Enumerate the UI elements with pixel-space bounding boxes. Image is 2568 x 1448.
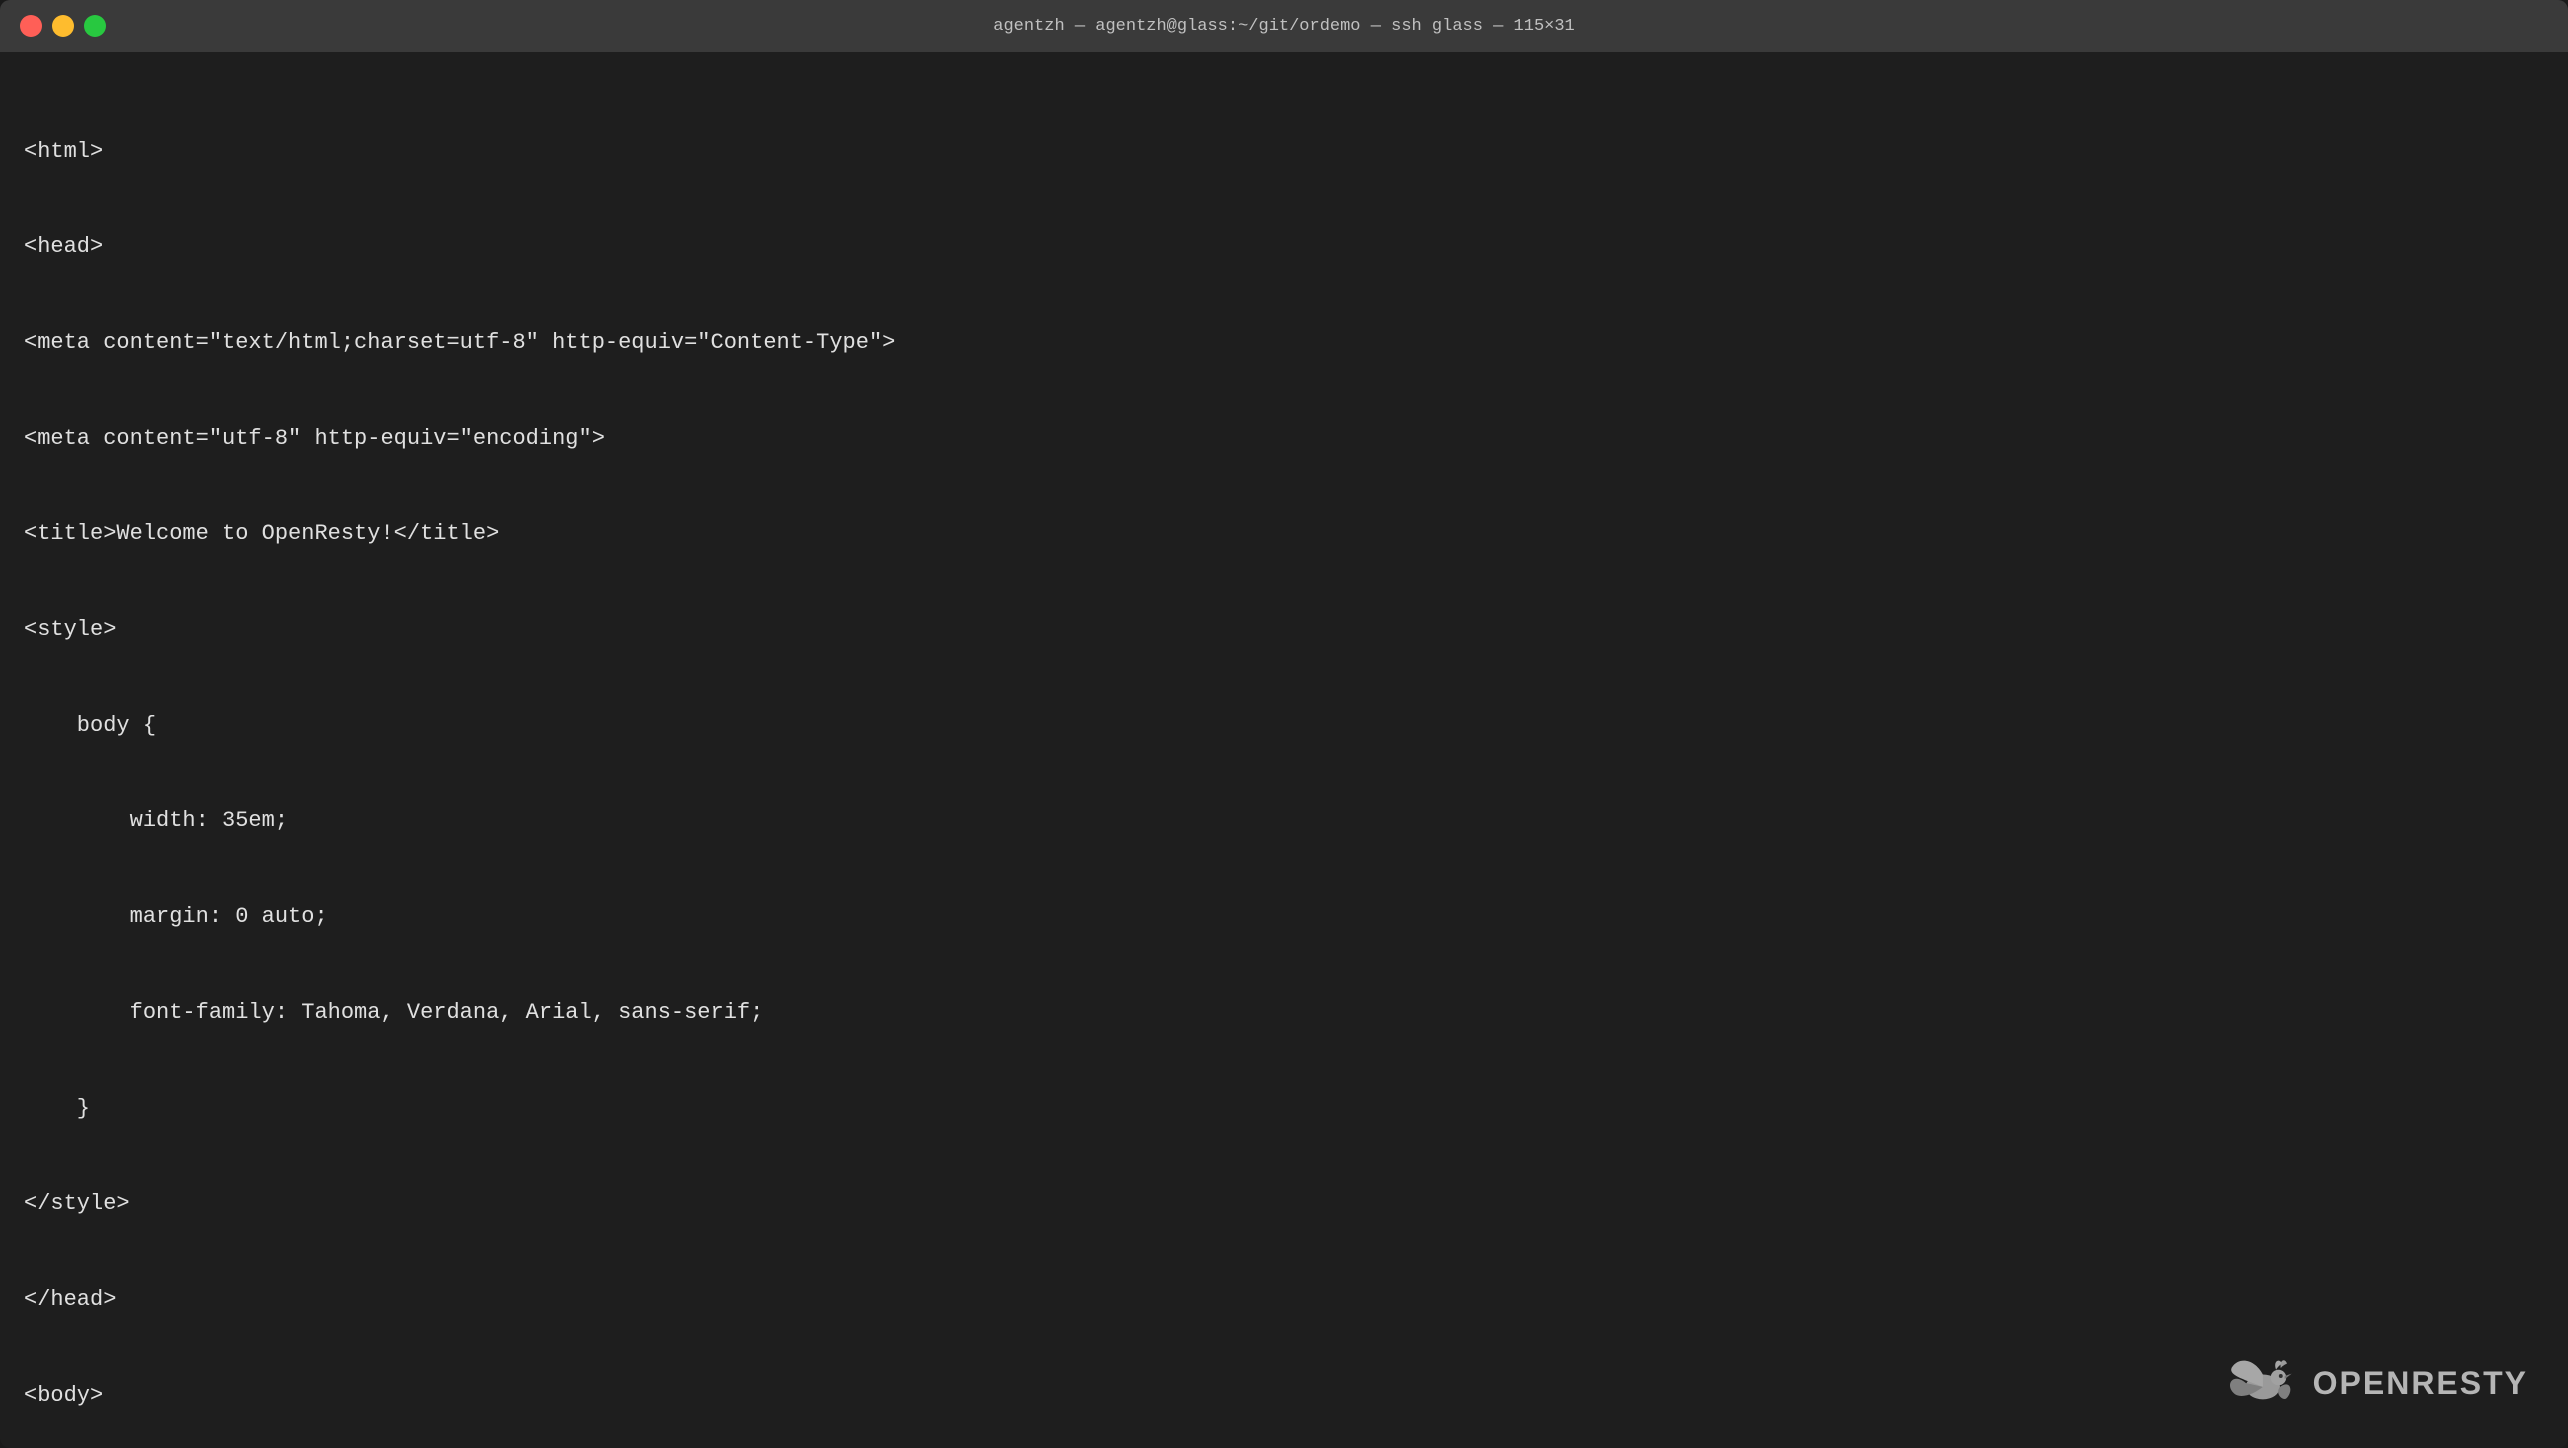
line-7: body { <box>24 710 2544 742</box>
line-9: margin: 0 auto; <box>24 901 2544 933</box>
title-bar: agentzh — agentzh@glass:~/git/ordemo — s… <box>0 0 2568 52</box>
line-14: <body> <box>24 1380 2544 1412</box>
line-6: <style> <box>24 614 2544 646</box>
line-1: <html> <box>24 136 2544 168</box>
terminal-body[interactable]: <html> <head> <meta content="text/html;c… <box>0 52 2568 1448</box>
openresty-bird-icon <box>2219 1348 2299 1418</box>
line-12: </style> <box>24 1188 2544 1220</box>
close-button[interactable] <box>20 15 42 37</box>
line-4: <meta content="utf-8" http-equiv="encodi… <box>24 423 2544 455</box>
line-2: <head> <box>24 231 2544 263</box>
minimize-button[interactable] <box>52 15 74 37</box>
window-controls <box>20 15 106 37</box>
terminal-window: agentzh — agentzh@glass:~/git/ordemo — s… <box>0 0 2568 1448</box>
line-5: <title>Welcome to OpenResty!</title> <box>24 518 2544 550</box>
terminal-content: <html> <head> <meta content="text/html;c… <box>24 72 2544 1448</box>
line-11: } <box>24 1093 2544 1125</box>
line-3: <meta content="text/html;charset=utf-8" … <box>24 327 2544 359</box>
window-title: agentzh — agentzh@glass:~/git/ordemo — s… <box>993 17 1575 36</box>
openresty-logo: OPENRESTY <box>2219 1348 2528 1418</box>
openresty-logo-text: OPENRESTY <box>2313 1365 2528 1402</box>
line-10: font-family: Tahoma, Verdana, Arial, san… <box>24 997 2544 1029</box>
line-13: </head> <box>24 1284 2544 1316</box>
maximize-button[interactable] <box>84 15 106 37</box>
line-8: width: 35em; <box>24 805 2544 837</box>
